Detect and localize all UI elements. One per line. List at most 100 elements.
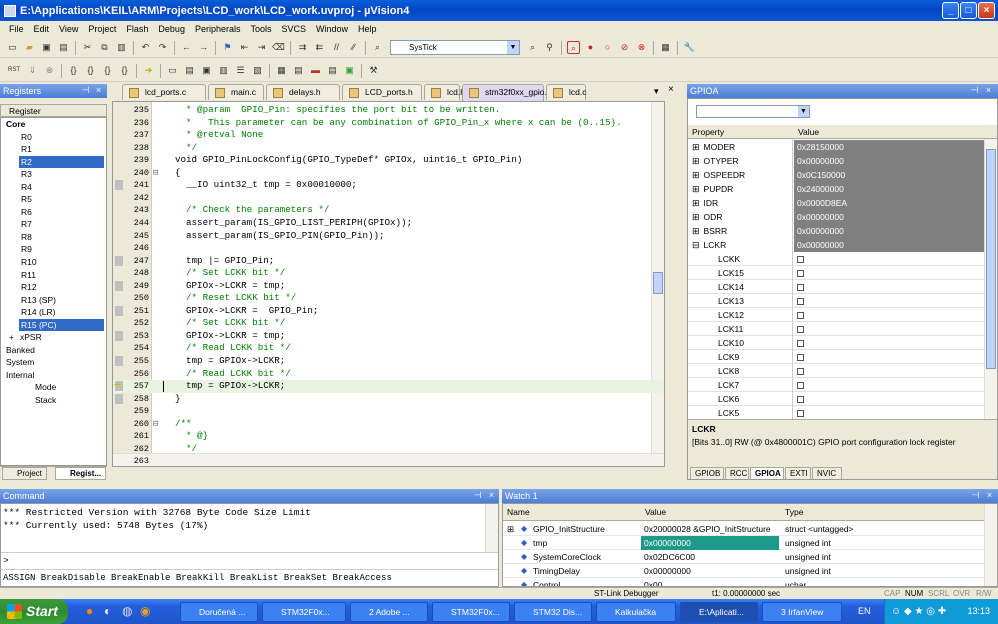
menu-debug[interactable]: Debug: [153, 24, 190, 34]
expand-icon[interactable]: ⊞: [692, 170, 700, 180]
tab-nvic[interactable]: NVIC: [812, 467, 842, 479]
code-line[interactable]: ➔ 257 tmp = GPIOx->LCKR;: [113, 380, 664, 393]
code-line[interactable]: 262 */: [113, 443, 664, 456]
expand-icon[interactable]: ⊞: [692, 156, 700, 166]
gpio-row-lck6[interactable]: LCK6: [688, 392, 997, 406]
reset-icon[interactable]: RST: [6, 64, 22, 77]
back-icon[interactable]: ←: [180, 41, 193, 54]
menu-view[interactable]: View: [54, 24, 83, 34]
register-row[interactable]: +Banked: [1, 344, 106, 357]
pin-icon[interactable]: ⊣: [970, 490, 981, 501]
property-value[interactable]: [794, 322, 984, 336]
code-line[interactable]: 247 tmp |= GPIO_Pin;: [113, 255, 664, 268]
watch-value[interactable]: 0x00000000: [641, 564, 779, 578]
menu-project[interactable]: Project: [83, 24, 121, 34]
show-desktop-icon[interactable]: ◐: [104, 604, 111, 618]
register-row[interactable]: R0: [1, 131, 106, 144]
property-value[interactable]: [794, 378, 984, 392]
taskbar-item[interactable]: E:\Aplicati...: [680, 602, 758, 622]
gpio-filter-combo[interactable]: ▼: [696, 105, 810, 118]
step-over-icon[interactable]: {}: [84, 64, 97, 77]
step-icon[interactable]: {}: [67, 64, 80, 77]
menu-svcs[interactable]: SVCS: [277, 24, 312, 34]
property-value[interactable]: 0x24000000: [794, 182, 984, 196]
explorer-icon[interactable]: ◍: [122, 604, 132, 618]
pin-icon[interactable]: ⊣: [472, 490, 483, 501]
taskbar-item[interactable]: STM32F0x...: [262, 602, 346, 622]
symbols-window-icon[interactable]: ▣: [200, 64, 213, 77]
code-line[interactable]: 250 /* Reset LCKK bit */: [113, 292, 664, 305]
kill-breakpoints-icon[interactable]: ⊘: [618, 41, 631, 54]
call-stack-icon[interactable]: ☰: [234, 64, 247, 77]
code-line[interactable]: 248 /* Set LCKK bit */: [113, 267, 664, 280]
register-row[interactable]: Stack: [1, 394, 106, 407]
code-line[interactable]: 251 GPIOx->LCKR = GPIO_Pin;: [113, 305, 664, 318]
checkbox[interactable]: [797, 256, 804, 264]
checkbox[interactable]: [797, 368, 804, 376]
gpio-row-idr[interactable]: ⊞ IDR 0x0000D8EA: [688, 196, 997, 210]
copy-icon[interactable]: ⧉: [98, 41, 111, 54]
gpio-scroll-thumb[interactable]: [986, 149, 996, 369]
minimize-button[interactable]: _: [942, 2, 959, 19]
command-scrollbar[interactable]: [485, 504, 498, 552]
register-row[interactable]: R14 (LR): [1, 306, 106, 319]
register-row[interactable]: R8: [1, 231, 106, 244]
watch-col-value[interactable]: Value: [645, 504, 666, 520]
pin-icon[interactable]: ⊣: [969, 85, 980, 96]
register-row[interactable]: R1: [1, 143, 106, 156]
forward-icon[interactable]: →: [197, 41, 210, 54]
register-row[interactable]: R7: [1, 218, 106, 231]
tab-exti[interactable]: EXTI: [785, 467, 811, 479]
debug-session-icon[interactable]: ⌕: [567, 41, 580, 54]
disassembly-window-icon[interactable]: ▤: [183, 64, 196, 77]
close-icon[interactable]: ×: [984, 490, 995, 501]
property-value[interactable]: [794, 308, 984, 322]
tab-main-c[interactable]: main.c: [208, 84, 264, 100]
checkbox[interactable]: [797, 326, 804, 334]
watch-window[interactable]: Name Value Type ⊞ ◆ GPIO_InitStructure 0x20…: [502, 503, 998, 587]
gpio-row-lckr[interactable]: ⊟ LCKR 0x00000000: [688, 238, 997, 252]
checkbox[interactable]: [797, 382, 804, 390]
run-to-cursor-icon[interactable]: {}: [118, 64, 131, 77]
taskbar-item[interactable]: 3 IrfanView: [762, 602, 842, 622]
expand-icon[interactable]: ⊞: [692, 142, 700, 152]
close-icon[interactable]: ×: [486, 490, 497, 501]
code-line[interactable]: 249 GPIOx->LCKR = tmp;: [113, 280, 664, 293]
checkbox[interactable]: [797, 312, 804, 320]
menu-help[interactable]: Help: [353, 24, 382, 34]
close-tab-icon[interactable]: ×: [668, 84, 674, 95]
register-row[interactable]: R13 (SP): [1, 294, 106, 307]
watch-scrollbar[interactable]: [984, 504, 997, 586]
gpio-row-otyper[interactable]: ⊞ OTYPER 0x00000000: [688, 154, 997, 168]
code-line[interactable]: 260 ⊟ /**: [113, 418, 664, 431]
property-value[interactable]: 0x00000000: [794, 154, 984, 168]
taskbar-item[interactable]: Kalkulačka: [596, 602, 676, 622]
gpio-row-lck8[interactable]: LCK8: [688, 364, 997, 378]
checkbox[interactable]: [797, 410, 804, 418]
property-value[interactable]: [794, 350, 984, 364]
firefox-icon[interactable]: ●: [86, 604, 93, 618]
breakpoint-icon[interactable]: ●: [584, 41, 597, 54]
gpio-row-lck11[interactable]: LCK11: [688, 322, 997, 336]
register-row[interactable]: −Internal: [1, 369, 106, 382]
gpio-row-lck14[interactable]: LCK14: [688, 280, 997, 294]
gpio-row-lck13[interactable]: LCK13: [688, 294, 997, 308]
pin-icon[interactable]: ⊣: [80, 85, 91, 96]
register-row[interactable]: +System: [1, 356, 106, 369]
expand-icon[interactable]: ⊞: [692, 212, 700, 222]
next-bookmark-icon[interactable]: ⇥: [255, 41, 268, 54]
gpio-row-lck5[interactable]: LCK5: [688, 406, 997, 420]
close-icon[interactable]: ×: [93, 85, 104, 96]
gpio-row-lck7[interactable]: LCK7: [688, 378, 997, 392]
property-value[interactable]: [794, 252, 984, 266]
code-line[interactable]: 261 * @}: [113, 430, 664, 443]
command-window[interactable]: *** Restricted Version with 32768 Byte C…: [0, 503, 499, 587]
quick-launch-icon[interactable]: ◉: [140, 604, 150, 618]
trace-window-icon[interactable]: ▤: [326, 64, 339, 77]
kill-all-breakpoints-icon[interactable]: ⊗: [635, 41, 648, 54]
target-combo[interactable]: SysTick ▼: [390, 40, 520, 55]
tab-stm32f0xx-gpio-c[interactable]: stm32f0xx_gpio.c: [462, 84, 551, 101]
watch-col-name[interactable]: Name: [507, 504, 530, 520]
checkbox[interactable]: [797, 340, 804, 348]
open-file-icon[interactable]: ▰: [23, 41, 36, 54]
